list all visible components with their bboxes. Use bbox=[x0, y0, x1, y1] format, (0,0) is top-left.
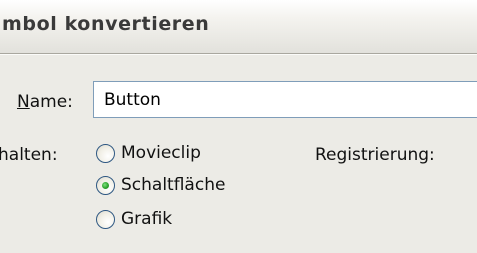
titlebar-divider-highlight bbox=[0, 54, 477, 55]
radio-label-button[interactable]: Schaltfläche bbox=[121, 175, 225, 195]
radio-button-movieclip[interactable] bbox=[96, 144, 115, 163]
radio-label-graphic[interactable]: Grafik bbox=[121, 209, 172, 229]
behavior-label: halten: bbox=[0, 145, 58, 165]
radio-button-graphic[interactable] bbox=[96, 210, 115, 229]
dialog-title: mbol konvertieren bbox=[2, 13, 210, 35]
name-label: Name: bbox=[17, 92, 73, 112]
dialog-titlebar[interactable]: mbol konvertieren bbox=[0, 0, 477, 53]
name-label-mnemonic: N bbox=[17, 92, 30, 112]
symbol-name-input[interactable] bbox=[93, 81, 477, 118]
radio-button-button[interactable] bbox=[96, 176, 115, 195]
radio-selected-dot-icon bbox=[102, 182, 109, 189]
convert-to-symbol-dialog: mbol konvertieren Name: halten: Moviecli… bbox=[0, 0, 477, 253]
registration-label: Registrierung: bbox=[315, 145, 435, 165]
name-label-text: ame: bbox=[29, 92, 73, 112]
radio-label-movieclip[interactable]: Movieclip bbox=[121, 143, 201, 163]
